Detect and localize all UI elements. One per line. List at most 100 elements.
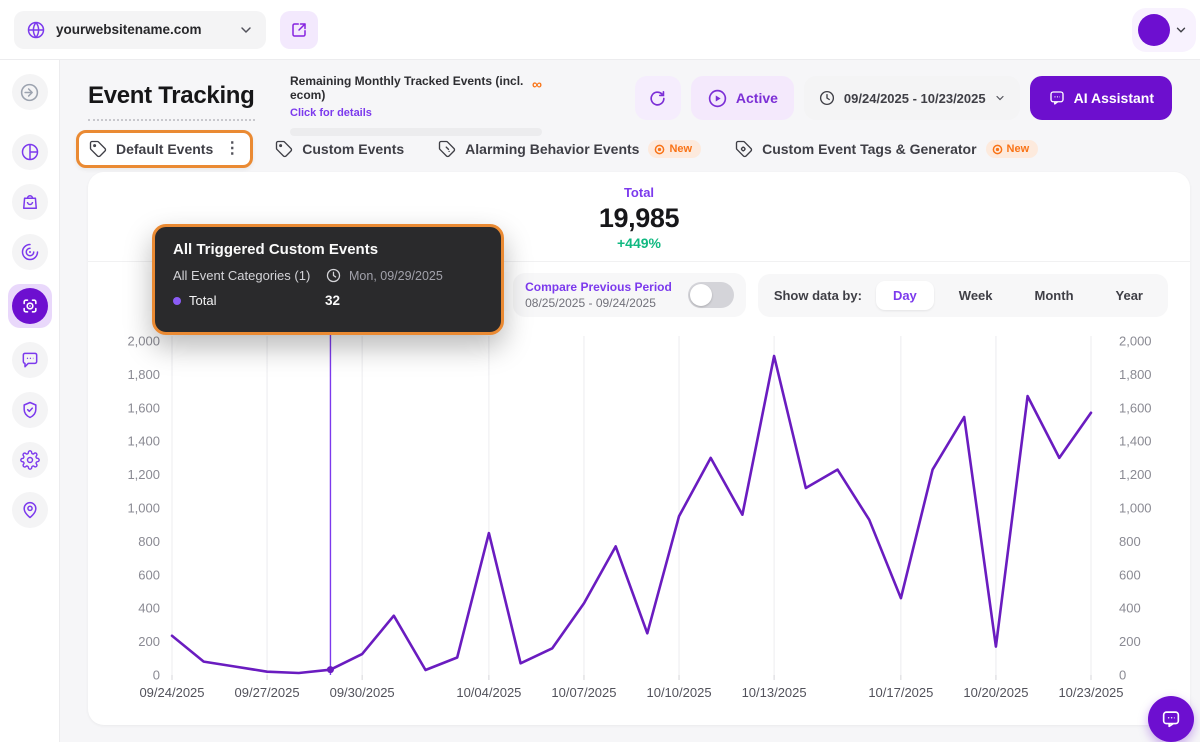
shopping-bag-icon [20, 192, 40, 212]
svg-text:10/17/2025: 10/17/2025 [868, 685, 933, 700]
svg-text:1,400: 1,400 [1119, 434, 1152, 449]
quota-widget: Remaining Monthly Tracked Events (incl. … [290, 74, 542, 136]
tab-label: Custom Events [302, 141, 404, 157]
svg-text:10/20/2025: 10/20/2025 [963, 685, 1028, 700]
tracking-status-button[interactable]: Active [691, 76, 794, 120]
tooltip-date: Mon, 09/29/2025 [349, 269, 443, 283]
chevron-down-icon [238, 22, 254, 38]
svg-text:1,600: 1,600 [127, 400, 160, 415]
svg-text:1,000: 1,000 [127, 501, 160, 516]
compare-period-range: 08/25/2025 - 09/24/2025 [525, 296, 672, 310]
ai-assistant-label: AI Assistant [1074, 90, 1154, 106]
status-label: Active [736, 90, 778, 106]
target-dot-icon [654, 144, 665, 155]
compare-period-label: Compare Previous Period [525, 280, 672, 294]
sidebar-item-feedback[interactable] [12, 342, 48, 378]
support-chat-fab[interactable] [1148, 696, 1194, 742]
granularity-week[interactable]: Week [942, 281, 1010, 310]
granularity-year[interactable]: Year [1099, 281, 1160, 310]
compare-period-box: Compare Previous Period 08/25/2025 - 09/… [513, 273, 746, 317]
svg-text:1,400: 1,400 [127, 434, 160, 449]
toggle-knob [690, 284, 712, 306]
svg-text:10/23/2025: 10/23/2025 [1058, 685, 1123, 700]
avatar [1138, 14, 1170, 46]
pie-chart-icon [20, 142, 40, 162]
tag-icon [275, 140, 293, 158]
tooltip-date-row: Mon, 09/29/2025 [325, 267, 483, 284]
sidebar-item-recordings[interactable] [12, 234, 48, 270]
map-pin-icon [20, 500, 40, 520]
svg-text:400: 400 [138, 601, 160, 616]
svg-text:0: 0 [153, 668, 160, 683]
refresh-icon [648, 89, 667, 108]
chart-tooltip: All Triggered Custom Events All Event Ca… [152, 224, 504, 335]
granularity-day[interactable]: Day [876, 281, 934, 310]
tab-custom-events[interactable]: Custom Events [263, 131, 416, 167]
svg-text:400: 400 [1119, 601, 1141, 616]
sidebar-item-ecommerce[interactable] [12, 184, 48, 220]
svg-text:200: 200 [138, 634, 160, 649]
sidebar-item-privacy[interactable] [12, 392, 48, 428]
main-content: Event Tracking Remaining Monthly Tracked… [60, 60, 1200, 742]
tag-alert-icon [438, 140, 456, 158]
page-title: Event Tracking [88, 82, 255, 121]
svg-text:10/13/2025: 10/13/2025 [742, 685, 807, 700]
tag-icon [89, 140, 107, 158]
external-link-icon [290, 21, 308, 39]
account-menu[interactable] [1132, 8, 1196, 52]
events-line-chart[interactable]: 09/24/202509/27/202509/30/202510/04/2025… [88, 328, 1190, 724]
tab-alarming-behavior-events[interactable]: Alarming Behavior Events New [426, 131, 713, 167]
sidebar-collapse-button[interactable] [12, 74, 48, 110]
date-range-label: 09/24/2025 - 10/23/2025 [844, 91, 986, 106]
svg-text:09/24/2025: 09/24/2025 [139, 685, 204, 700]
granularity-switcher: Show data by: Day Week Month Year [758, 274, 1168, 317]
new-badge: New [648, 140, 701, 158]
play-circle-icon [707, 88, 728, 109]
svg-text:10/10/2025: 10/10/2025 [646, 685, 711, 700]
chevron-down-icon [994, 92, 1006, 104]
sidebar-item-settings[interactable] [12, 442, 48, 478]
compare-period-toggle[interactable] [688, 282, 734, 308]
tooltip-category: All Event Categories (1) [173, 268, 325, 283]
site-selector[interactable]: yourwebsitename.com [14, 11, 266, 49]
tooltip-value: 32 [325, 293, 483, 308]
header-actions: Active 09/24/2025 - 10/23/2025 AI Assist… [635, 76, 1172, 120]
sidebar-item-dashboard[interactable] [12, 134, 48, 170]
svg-text:1,200: 1,200 [127, 467, 160, 482]
new-badge: New [986, 140, 1039, 158]
ai-assistant-button[interactable]: AI Assistant [1030, 76, 1172, 120]
tab-custom-event-tags-generator[interactable]: Custom Event Tags & Generator New [723, 131, 1050, 167]
svg-text:09/30/2025: 09/30/2025 [330, 685, 395, 700]
new-badge-label: New [669, 143, 692, 155]
chevron-down-icon [1174, 23, 1188, 37]
refresh-button[interactable] [635, 76, 681, 120]
clock-icon [818, 89, 836, 107]
sidebar [0, 60, 60, 742]
svg-text:1,800: 1,800 [127, 367, 160, 382]
series-dot-icon [173, 297, 181, 305]
globe-icon [26, 20, 46, 40]
open-site-button[interactable] [280, 11, 318, 49]
svg-text:1,800: 1,800 [1119, 367, 1152, 382]
chat-bubble-icon [1160, 708, 1182, 730]
tooltip-series-name: Total [189, 293, 216, 308]
date-range-picker[interactable]: 09/24/2025 - 10/23/2025 [804, 76, 1020, 120]
granularity-month[interactable]: Month [1018, 281, 1091, 310]
svg-text:600: 600 [138, 567, 160, 582]
summary-label: Total [88, 185, 1190, 200]
collapse-arrow-icon [19, 82, 40, 103]
svg-text:1,600: 1,600 [1119, 400, 1152, 415]
clock-icon [325, 267, 342, 284]
tab-menu-kebab-icon[interactable]: ⋮ [224, 141, 240, 157]
svg-text:10/04/2025: 10/04/2025 [456, 685, 521, 700]
infinity-icon: ∞ [532, 77, 542, 91]
tab-label: Alarming Behavior Events [465, 141, 639, 157]
new-badge-label: New [1007, 143, 1030, 155]
svg-text:1,200: 1,200 [1119, 467, 1152, 482]
sidebar-item-event-tracking[interactable] [8, 284, 52, 328]
quota-label: Remaining Monthly Tracked Events (incl. … [290, 74, 526, 103]
tab-default-events[interactable]: Default Events ⋮ [76, 130, 253, 168]
svg-text:800: 800 [138, 534, 160, 549]
quota-details-link[interactable]: Click for details [290, 107, 372, 119]
sidebar-item-geolocation[interactable] [12, 492, 48, 528]
